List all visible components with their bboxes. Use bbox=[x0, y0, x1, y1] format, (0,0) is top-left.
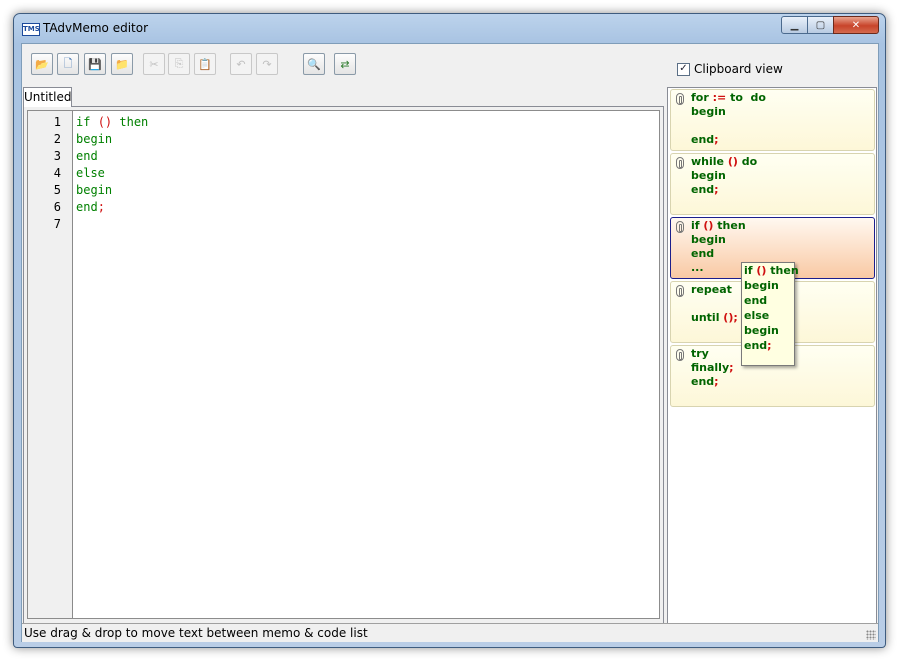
undo-button[interactable]: ↶ bbox=[230, 53, 252, 75]
paperclip-icon bbox=[676, 221, 684, 233]
code-preview-tooltip: if () then begin end else begin end; bbox=[741, 262, 799, 366]
window-controls: ▁ ▢ ✕ bbox=[781, 16, 879, 34]
close-button[interactable]: ✕ bbox=[833, 16, 879, 34]
resize-grip-icon[interactable] bbox=[866, 630, 876, 640]
line-text: if () then bbox=[76, 114, 148, 131]
code-line: 5 begin bbox=[28, 182, 658, 199]
code-list-item-text: while () do begin end; bbox=[691, 155, 758, 196]
status-bar: Use drag & drop to move text between mem… bbox=[22, 623, 878, 642]
minimize-button[interactable]: ▁ bbox=[781, 16, 808, 34]
window-title: TAdvMemo editor bbox=[43, 21, 149, 35]
close-icon: ✕ bbox=[851, 19, 861, 31]
redo-button[interactable]: ↷ bbox=[256, 53, 278, 75]
line-number: 3 bbox=[53, 149, 61, 163]
code-list-item-text: if () then begin end ... bbox=[691, 219, 746, 274]
paste-button[interactable]: 📋 bbox=[194, 53, 216, 75]
app-icon: TMS bbox=[22, 23, 40, 36]
undo-icon: ↶ bbox=[236, 57, 246, 71]
line-number: 5 bbox=[53, 183, 61, 197]
folder-save-icon: 📁 bbox=[115, 57, 129, 71]
new-file-button[interactable]: 🗋 bbox=[57, 53, 79, 75]
find-button[interactable]: 🔍 bbox=[303, 53, 325, 75]
minimize-icon: ▁ bbox=[790, 19, 799, 31]
line-number: 4 bbox=[53, 166, 61, 180]
copy-button[interactable]: ⎘ bbox=[168, 53, 190, 75]
open-folder-icon: 📂 bbox=[35, 57, 49, 71]
save-as-button[interactable]: 📁 bbox=[111, 53, 133, 75]
code-line: 4 else bbox=[28, 165, 658, 182]
code-line: 6 end; bbox=[28, 199, 658, 216]
replace-button[interactable]: ⇄ bbox=[334, 53, 356, 75]
line-text: else bbox=[76, 166, 105, 180]
tab-page: 1 if () then 2 begin 3 end 4 else 5 begi… bbox=[23, 106, 664, 639]
line-text: begin bbox=[76, 132, 113, 146]
clipboard-view-label: Clipboard view bbox=[694, 62, 783, 76]
find-replace-icon: ⇄ bbox=[340, 57, 350, 71]
paperclip-icon bbox=[676, 285, 684, 297]
magnifier-icon: 🔍 bbox=[307, 57, 321, 71]
line-text-semicolon: ; bbox=[97, 200, 105, 214]
scissors-icon: ✂ bbox=[149, 57, 159, 71]
redo-icon: ↷ bbox=[262, 57, 272, 71]
maximize-icon: ▢ bbox=[815, 19, 826, 31]
title-bar[interactable]: TMS TAdvMemo editor ▁ ▢ ✕ bbox=[14, 14, 885, 42]
code-list-item[interactable]: for := to do begin end; bbox=[670, 89, 875, 151]
code-line: 7 bbox=[28, 216, 658, 233]
paste-icon: 📋 bbox=[198, 57, 212, 71]
toolbar: 📂 🗋 💾 📁 ✂ ⎘ 📋 ↶ ↷ 🔍 ⇄ ✓ Clipboard view bbox=[22, 44, 878, 84]
line-text-then: then bbox=[112, 115, 149, 129]
line-number: 1 bbox=[53, 115, 61, 129]
line-number: 2 bbox=[53, 132, 61, 146]
code-line: 3 end bbox=[28, 148, 658, 165]
paperclip-icon bbox=[676, 349, 684, 361]
line-number: 7 bbox=[53, 217, 61, 231]
line-text-parens: () bbox=[97, 115, 113, 129]
floppy-disk-icon: 💾 bbox=[88, 57, 102, 71]
memo-editor[interactable]: 1 if () then 2 begin 3 end 4 else 5 begi… bbox=[27, 110, 660, 619]
open-file-button[interactable]: 📂 bbox=[31, 53, 53, 75]
line-text: end bbox=[76, 149, 98, 163]
line-text: end; bbox=[76, 199, 105, 216]
code-line: 1 if () then bbox=[28, 114, 658, 131]
line-text-end: end bbox=[76, 200, 98, 214]
clipboard-view-checkbox[interactable]: ✓ bbox=[677, 62, 690, 76]
copy-icon: ⎘ bbox=[174, 57, 184, 70]
code-list-item[interactable]: while () do begin end; bbox=[670, 153, 875, 215]
paperclip-icon bbox=[676, 157, 684, 169]
status-text: Use drag & drop to move text between mem… bbox=[24, 626, 368, 640]
cut-button[interactable]: ✂ bbox=[143, 53, 165, 75]
new-document-icon: 🗋 bbox=[63, 56, 73, 70]
code-list-item-text: try finally; end; bbox=[691, 347, 734, 388]
line-number: 6 bbox=[53, 200, 61, 214]
line-text: begin bbox=[76, 183, 113, 197]
tab-untitled[interactable]: Untitled bbox=[23, 87, 72, 107]
code-list-item-text: for := to do begin end; bbox=[691, 91, 766, 146]
code-list-item-text: repeat until (); bbox=[691, 283, 738, 324]
maximize-button[interactable]: ▢ bbox=[807, 16, 834, 34]
clipboard-view-toggle[interactable]: ✓ Clipboard view bbox=[677, 62, 783, 76]
code-line: 2 begin bbox=[28, 131, 658, 148]
save-button[interactable]: 💾 bbox=[84, 53, 106, 75]
paperclip-icon bbox=[676, 93, 684, 105]
line-text-if: if bbox=[76, 115, 98, 129]
